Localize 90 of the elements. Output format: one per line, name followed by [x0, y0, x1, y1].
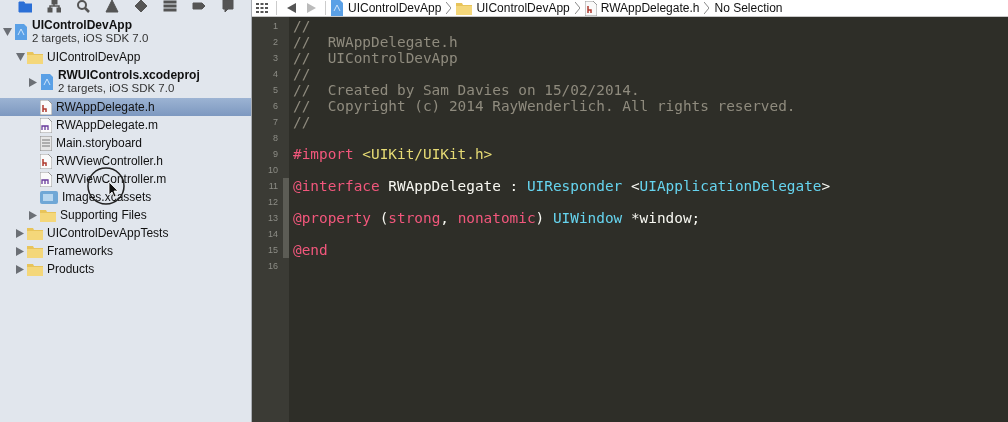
line-number: 12	[267, 196, 279, 209]
project-icon	[14, 24, 28, 40]
file-name: RWAppDelegate.h	[56, 100, 155, 114]
line-number: 1	[272, 20, 279, 33]
source-file-icon	[40, 117, 52, 133]
code-line: @interface RWAppDelegate : UIResponder <UIApplicationDelegate>	[293, 178, 832, 194]
expanded-triangle-icon[interactable]	[15, 53, 25, 61]
project-subtitle: 2 targets, iOS SDK 7.0	[58, 82, 176, 95]
file-name: Main.storyboard	[56, 136, 143, 150]
code-line: @end	[293, 242, 329, 258]
collapsed-triangle-icon[interactable]	[16, 228, 24, 238]
source-file-icon	[40, 171, 52, 187]
code-line: // Created by Sam Davies on 15/02/2014.	[293, 82, 641, 98]
collapsed-triangle-icon[interactable]	[29, 77, 37, 87]
file-name: RWAppDelegate.m	[56, 118, 159, 132]
diamond-icon[interactable]	[133, 0, 148, 13]
breadcrumb-label[interactable]: UIControlDevApp	[348, 1, 442, 15]
line-number: 5	[272, 84, 279, 97]
line-number: 15	[267, 244, 279, 257]
folder-icon[interactable]	[17, 0, 32, 13]
collapsed-triangle-icon[interactable]	[16, 264, 24, 274]
folder-icon	[40, 208, 56, 222]
line-number: 10	[267, 164, 279, 177]
folder-icon	[27, 262, 43, 276]
file-name: UIControlDevApp	[32, 19, 133, 32]
file-item[interactable]: Main.storyboard	[0, 134, 251, 152]
chevron-icon	[574, 2, 580, 14]
code-line: #import <UIKit/UIKit.h>	[293, 146, 494, 162]
folder-icon	[27, 226, 43, 240]
line-number: 13	[267, 212, 279, 225]
file-name: Frameworks	[47, 244, 113, 258]
file-item[interactable]: RWAppDelegate.h	[0, 98, 251, 116]
code-line: // RWAppDelegate.h	[293, 34, 459, 50]
file-name: UIControlDevApp	[47, 50, 141, 64]
code-line: //	[293, 114, 312, 130]
file-item[interactable]: Supporting Files	[0, 206, 251, 224]
file-item[interactable]: Products	[0, 260, 251, 278]
list-icon[interactable]	[162, 0, 177, 13]
header-file-icon	[40, 99, 52, 115]
collapsed-triangle-icon[interactable]	[16, 246, 24, 256]
expanded-triangle-icon[interactable]	[2, 28, 12, 36]
code-line: // Copyright (c) 2014 RayWenderlich. All rights reserved.	[293, 98, 797, 114]
asset-catalog-icon	[40, 190, 58, 204]
code-line: // UIControlDevApp	[293, 50, 459, 66]
file-item[interactable]: UIControlDevApp 2 targets, iOS SDK 7.0	[0, 16, 251, 48]
line-number: 11	[267, 180, 279, 193]
folder-icon	[456, 1, 473, 15]
line-number: 2	[272, 36, 279, 49]
file-name: RWUIControls.xcodeproj	[58, 69, 200, 82]
hierarchy-icon[interactable]	[46, 0, 61, 13]
line-number: 3	[272, 52, 279, 65]
line-number: 7	[272, 116, 279, 129]
file-name: Supporting Files	[60, 208, 147, 222]
breadcrumb-label[interactable]: RWAppDelegate.h	[600, 1, 700, 15]
file-item[interactable]: RWUIControls.xcodeproj 2 targets, iOS SDK 7.0	[0, 66, 251, 98]
breadcrumb-label[interactable]: UIControlDevApp	[476, 1, 570, 15]
project-icon	[330, 0, 344, 16]
line-number: 14	[267, 228, 279, 241]
line-number: 9	[272, 148, 279, 161]
file-item[interactable]: RWAppDelegate.m	[0, 116, 251, 134]
chevron-icon	[704, 2, 710, 14]
code-line: //	[293, 18, 312, 34]
folder-icon	[27, 244, 43, 258]
folder-icon	[27, 50, 43, 64]
code-line: //	[293, 66, 312, 82]
file-name: RWViewController.h	[56, 154, 163, 168]
grid-icon[interactable]	[256, 3, 268, 13]
file-item[interactable]: Frameworks	[0, 242, 251, 260]
warning-icon[interactable]	[104, 0, 119, 13]
line-number: 4	[272, 68, 279, 81]
line-number: 16	[267, 260, 279, 273]
speech-bubble-icon[interactable]	[220, 0, 235, 13]
tag-icon[interactable]	[191, 0, 206, 13]
search-icon[interactable]	[75, 0, 90, 13]
project-subtitle: 2 targets, iOS SDK 7.0	[32, 32, 149, 45]
header-file-icon	[40, 153, 52, 169]
breadcrumb-label[interactable]: No Selection	[714, 1, 783, 15]
back-arrow-icon[interactable]	[286, 3, 296, 13]
file-name: UIControlDevAppTests	[47, 226, 169, 240]
file-item[interactable]: RWViewController.h	[0, 152, 251, 170]
storyboard-icon	[40, 135, 52, 151]
code-line: @property (strong, nonatomic) UIWindow *window;	[293, 210, 702, 226]
line-number: 8	[272, 132, 279, 145]
file-item[interactable]: UIControlDevAppTests	[0, 224, 251, 242]
file-item[interactable]: UIControlDevApp	[0, 48, 251, 66]
collapsed-triangle-icon[interactable]	[29, 210, 37, 220]
project-icon	[40, 74, 54, 90]
file-name: Products	[47, 262, 95, 276]
chevron-icon	[446, 2, 452, 14]
line-number: 6	[272, 100, 279, 113]
